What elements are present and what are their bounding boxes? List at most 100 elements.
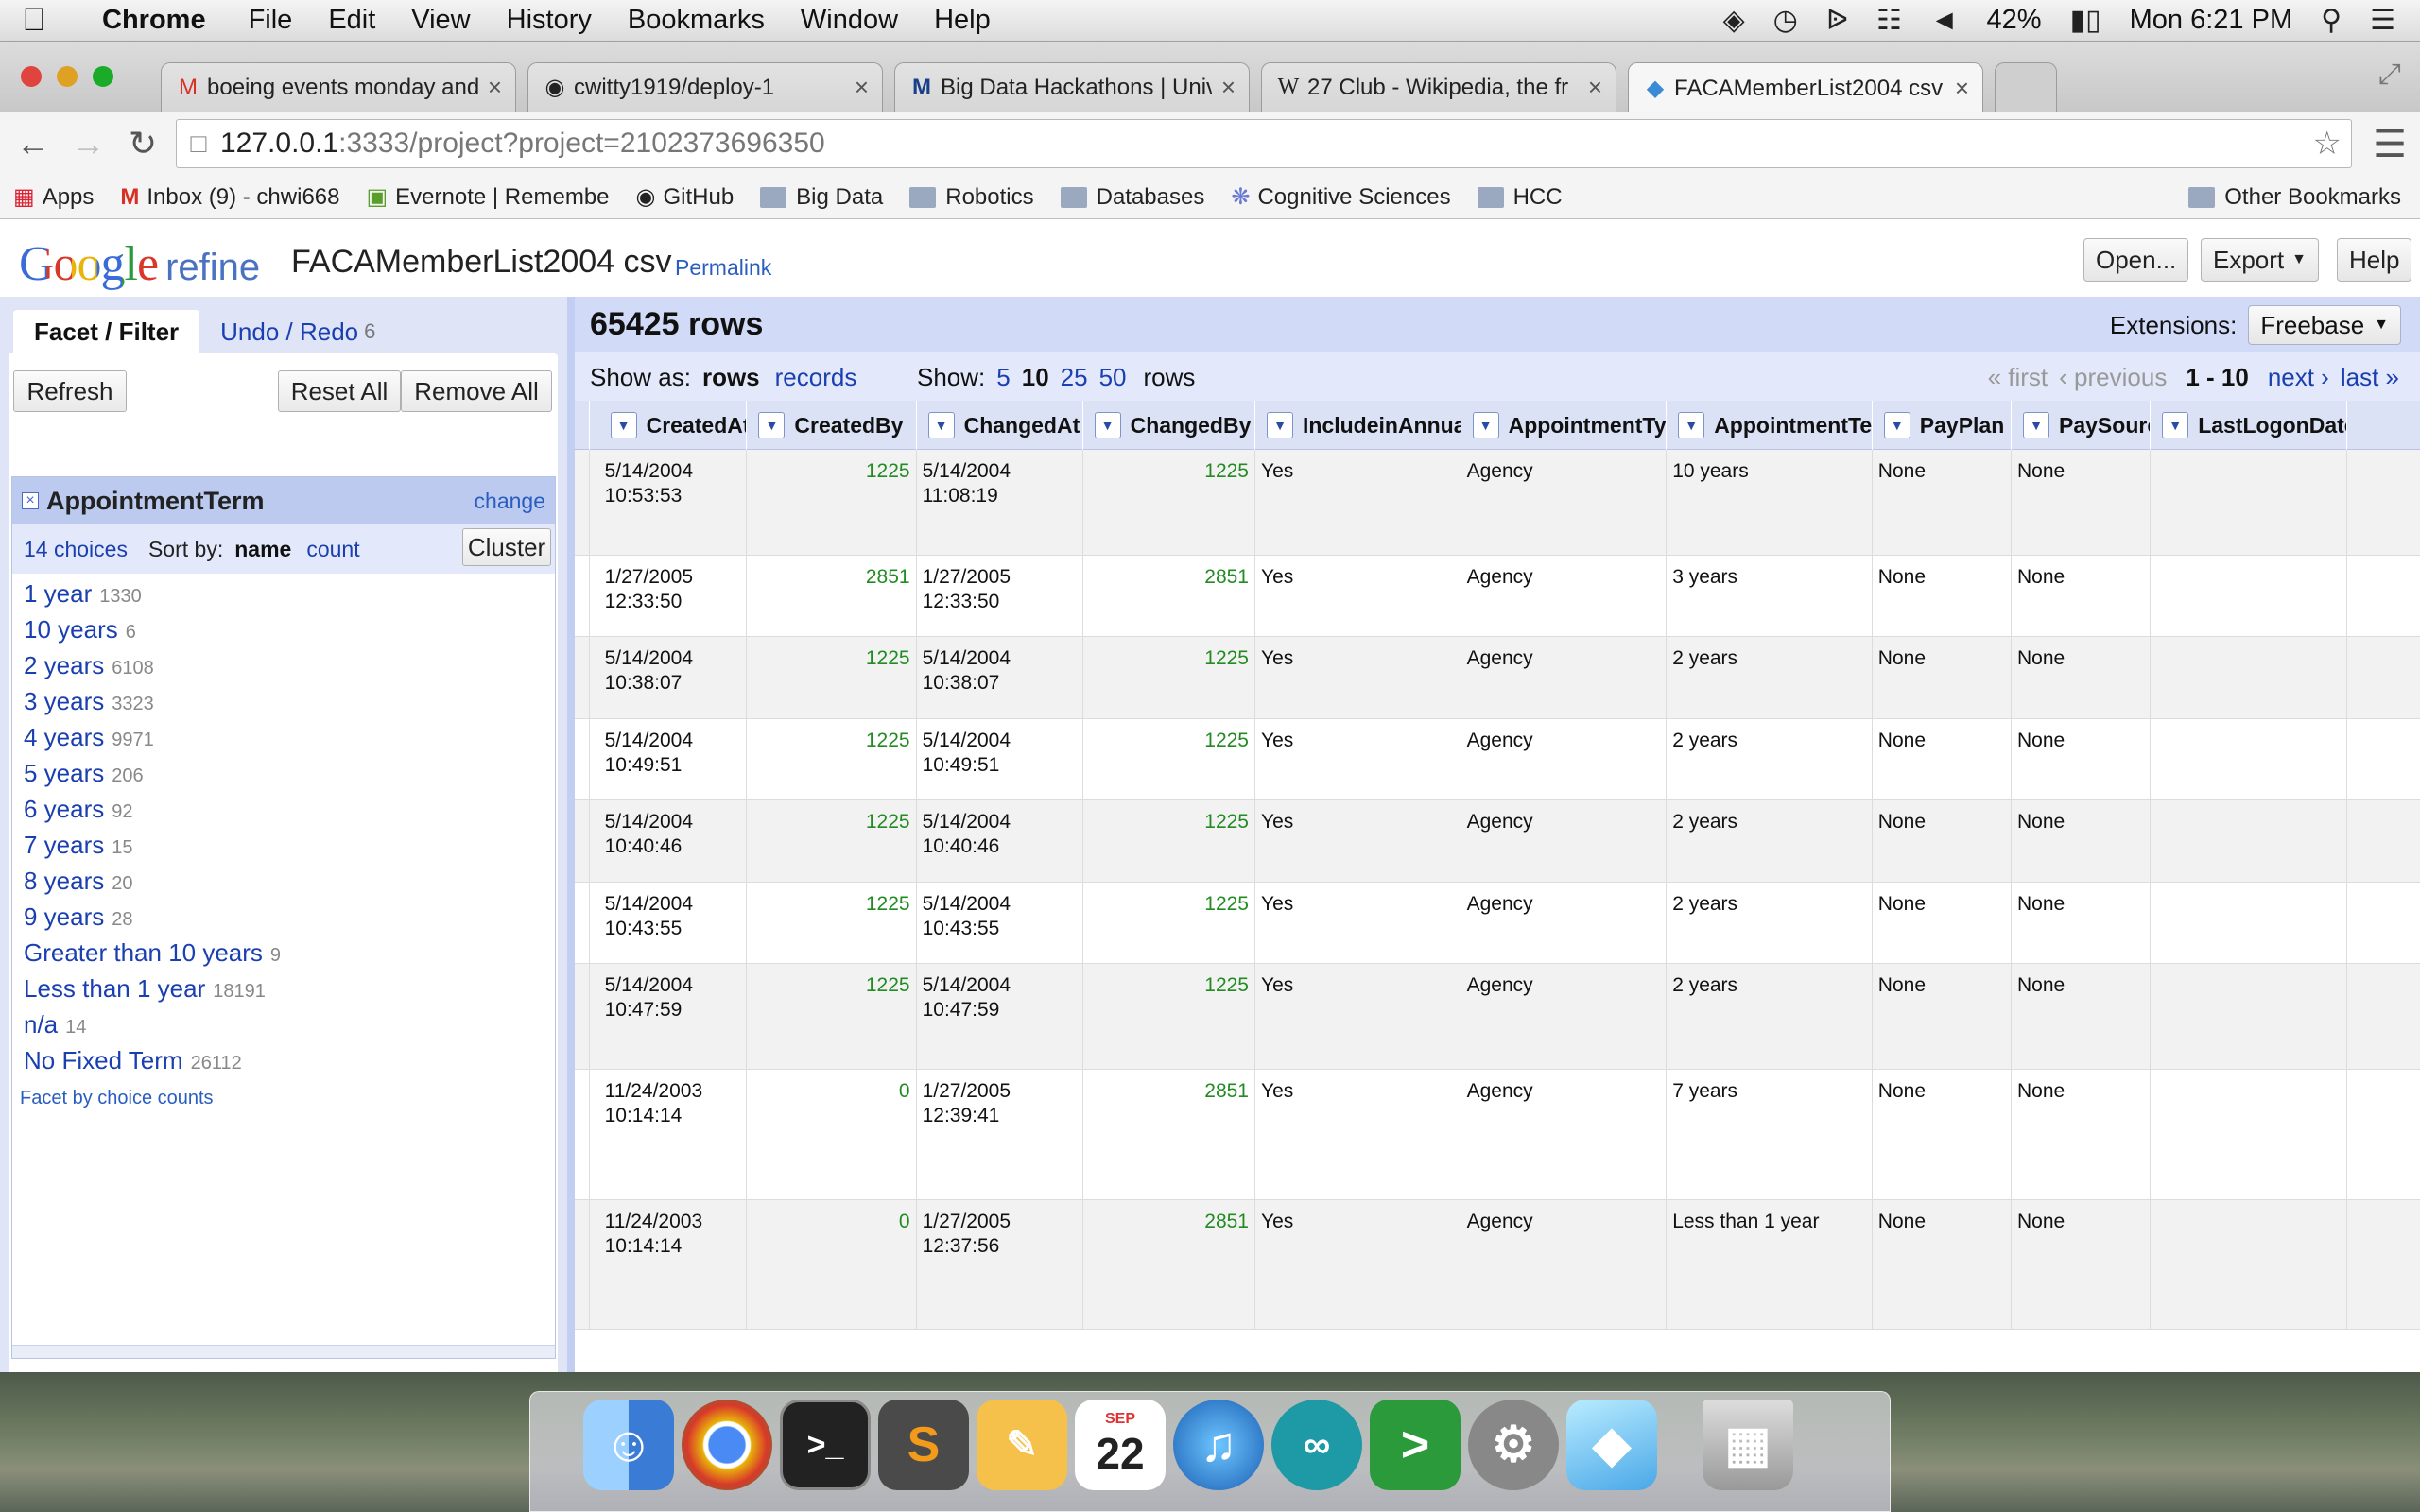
table-cell-lastlogondate[interactable] — [2151, 556, 2348, 637]
wifi-icon[interactable]: ☷ — [1876, 4, 1902, 37]
facet-resize-handle[interactable] — [12, 1345, 555, 1358]
column-menu-icon[interactable]: ▼ — [2162, 412, 2189, 438]
table-cell-createdby[interactable]: 1225 — [747, 450, 917, 555]
table-cell-lastlogondate[interactable] — [2151, 1070, 2348, 1199]
tab-refine-active[interactable]: ◆ FACAMemberList2004 csv × — [1628, 62, 1983, 113]
google-refine-logo[interactable]: Google refine — [19, 236, 260, 292]
battery-percent[interactable]: 42% — [1987, 5, 2042, 36]
table-cell-createdby[interactable]: 0 — [747, 1070, 917, 1199]
table-row[interactable]: 11/24/2003 10:14:14 0 1/27/2005 12:37:56 2851… — [575, 1199, 2420, 1331]
table-cell-lastlogondate[interactable] — [2151, 800, 2348, 882]
table-row[interactable]: 5/14/2004 10:43:55 1225 5/14/2004 10:43:55 12… — [575, 882, 2420, 964]
sort-by-count-link[interactable]: count — [306, 537, 359, 562]
table-cell-includeinannual[interactable]: Yes — [1255, 1070, 1461, 1199]
table-cell-paysource[interactable]: None — [2012, 556, 2152, 637]
table-cell-createdat[interactable]: 11/24/2003 10:14:14 — [599, 1199, 748, 1330]
tab-gmail[interactable]: M boeing events monday and × — [161, 62, 516, 112]
menu-view[interactable]: View — [393, 5, 488, 36]
table-cell-appointmenttyp[interactable]: Agency — [1461, 800, 1668, 882]
trash-icon[interactable]: ▦ — [1703, 1400, 1793, 1490]
table-cell-changedat[interactable]: 1/27/2005 12:33:50 — [917, 556, 1083, 637]
table-cell-changedat[interactable]: 5/14/2004 10:40:46 — [917, 800, 1083, 882]
bookmark-hcc[interactable]: HCC — [1464, 184, 1576, 211]
new-tab-button[interactable] — [1995, 62, 2057, 112]
table-cell-includeinannual[interactable]: Yes — [1255, 800, 1461, 882]
menu-file[interactable]: File — [231, 5, 311, 36]
table-cell-paysource[interactable]: None — [2012, 1199, 2152, 1330]
table-cell-changedat[interactable]: 5/14/2004 10:49:51 — [917, 718, 1083, 800]
table-cell-paysource[interactable]: None — [2012, 637, 2152, 718]
table-cell-appointmentter[interactable]: 10 years — [1667, 450, 1873, 555]
bookmark-evernote[interactable]: ▣ Evernote | Remembe — [353, 183, 622, 211]
facet-choice[interactable]: Greater than 10 years 9 — [12, 938, 555, 974]
first-page-link[interactable]: « first — [1988, 363, 2048, 392]
panel-divider[interactable] — [567, 297, 575, 1372]
close-tab-icon[interactable]: × — [855, 73, 869, 102]
table-cell-payplan[interactable]: None — [1873, 1070, 2012, 1199]
sublime-icon[interactable]: S — [878, 1400, 969, 1490]
table-cell-includeinannual[interactable]: Yes — [1255, 1199, 1461, 1330]
close-window-button[interactable] — [21, 66, 42, 87]
table-cell-payplan[interactable]: None — [1873, 882, 2012, 963]
terminal-icon[interactable]: >_ — [780, 1400, 871, 1490]
back-arrow-icon[interactable]: ← — [6, 124, 60, 163]
table-cell-paysource[interactable]: None — [2012, 800, 2152, 882]
menu-bookmarks[interactable]: Bookmarks — [610, 5, 783, 36]
column-menu-icon[interactable]: ▼ — [1678, 412, 1705, 438]
reload-icon[interactable]: ↻ — [115, 124, 170, 163]
table-cell-changedat[interactable]: 1/27/2005 12:37:56 — [917, 1199, 1083, 1330]
facet-choice[interactable]: n/a 14 — [12, 1010, 555, 1046]
facet-choice[interactable]: 7 years 15 — [12, 831, 555, 867]
table-cell-includeinannual[interactable]: Yes — [1255, 882, 1461, 963]
table-cell-includeinannual[interactable]: Yes — [1255, 964, 1461, 1069]
minimize-window-button[interactable] — [57, 66, 78, 87]
sketch-icon[interactable]: ◆ — [1566, 1400, 1657, 1490]
menu-app-chrome[interactable]: Chrome — [68, 5, 231, 36]
table-cell-appointmenttyp[interactable]: Agency — [1461, 882, 1668, 963]
itunes-icon[interactable]: ♫ — [1173, 1400, 1264, 1490]
table-cell-changedby[interactable]: 2851 — [1083, 556, 1255, 637]
facet-choice[interactable]: 5 years 206 — [12, 759, 555, 795]
table-cell-appointmenttyp[interactable]: Agency — [1461, 637, 1668, 718]
column-menu-icon[interactable]: ▼ — [758, 412, 786, 438]
table-cell-changedat[interactable]: 5/14/2004 10:38:07 — [917, 637, 1083, 718]
column-menu-icon[interactable]: ▼ — [2023, 412, 2049, 438]
table-cell-changedby[interactable]: 2851 — [1083, 1070, 1255, 1199]
table-cell-appointmenttyp[interactable]: Agency — [1461, 1070, 1668, 1199]
table-cell-changedat[interactable]: 5/14/2004 11:08:19 — [917, 450, 1083, 555]
table-cell-includeinannual[interactable]: Yes — [1255, 556, 1461, 637]
table-row[interactable]: 11/24/2003 10:14:14 0 1/27/2005 12:39:41 2851… — [575, 1070, 2420, 1200]
close-tab-icon[interactable]: × — [1955, 74, 1969, 103]
table-cell-includeinannual[interactable]: Yes — [1255, 718, 1461, 800]
table-cell-createdby[interactable]: 1225 — [747, 964, 917, 1069]
tab-github[interactable]: ◉ cwitty1919/deploy-1 × — [527, 62, 883, 112]
fullscreen-icon[interactable]: ⤢ — [2378, 59, 2401, 91]
column-header-appointmenttyp[interactable]: ▼ AppointmentTyp — [1461, 401, 1668, 450]
table-cell-changedat[interactable]: 1/27/2005 12:39:41 — [917, 1070, 1083, 1199]
column-header-appointmentter[interactable]: ▼ AppointmentTer — [1667, 401, 1873, 450]
table-cell-payplan[interactable]: None — [1873, 1199, 2012, 1330]
reset-all-button[interactable]: Reset All — [278, 370, 401, 412]
remove-all-button[interactable]: Remove All — [401, 370, 552, 412]
facet-by-choice-counts-link[interactable]: Facet by choice counts — [20, 1088, 214, 1109]
column-header-changedby[interactable]: ▼ ChangedBy — [1083, 401, 1255, 450]
table-cell-payplan[interactable]: None — [1873, 450, 2012, 555]
table-cell-createdby[interactable]: 1225 — [747, 800, 917, 882]
table-cell-appointmentter[interactable]: Less than 1 year — [1667, 1199, 1873, 1330]
previous-page-link[interactable]: ‹ previous — [2059, 363, 2167, 392]
show-as-records-link[interactable]: records — [775, 363, 857, 392]
table-cell-appointmenttyp[interactable]: Agency — [1461, 450, 1668, 555]
last-page-link[interactable]: last » — [2341, 363, 2399, 392]
column-header-includeinannual[interactable]: ▼ IncludeinAnnual — [1255, 401, 1461, 450]
table-cell-createdby[interactable]: 1225 — [747, 718, 917, 800]
table-cell-appointmenttyp[interactable]: Agency — [1461, 1199, 1668, 1330]
bookmark-github[interactable]: ◉ GitHub — [623, 183, 748, 211]
tab-facet-filter[interactable]: Facet / Filter — [13, 310, 200, 353]
table-row[interactable]: 5/14/2004 10:47:59 1225 5/14/2004 10:47:59 12… — [575, 964, 2420, 1070]
table-cell-createdat[interactable]: 5/14/2004 10:43:55 — [599, 882, 748, 963]
chrome-icon[interactable] — [682, 1400, 772, 1490]
column-menu-icon[interactable]: ▼ — [927, 412, 955, 438]
table-cell-changedby[interactable]: 1225 — [1083, 882, 1255, 963]
project-title[interactable]: FACAMemberList2004 csv — [291, 244, 672, 281]
table-cell-lastlogondate[interactable] — [2151, 637, 2348, 718]
